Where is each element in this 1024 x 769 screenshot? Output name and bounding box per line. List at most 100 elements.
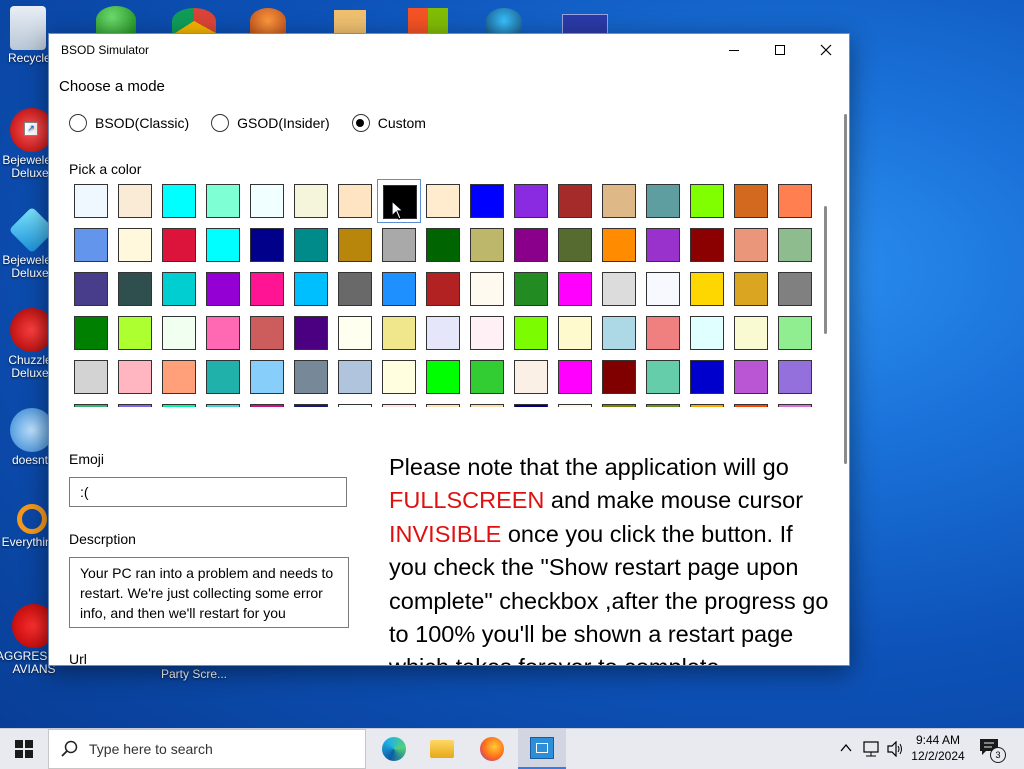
color-swatch[interactable] <box>245 179 289 223</box>
color-swatch[interactable] <box>113 355 157 399</box>
color-swatch[interactable] <box>685 267 729 311</box>
color-swatch[interactable] <box>201 223 245 267</box>
color-swatch[interactable] <box>729 223 773 267</box>
color-swatch[interactable] <box>421 267 465 311</box>
color-swatch[interactable] <box>641 179 685 223</box>
color-swatch[interactable] <box>465 223 509 267</box>
color-swatch[interactable] <box>333 311 377 355</box>
radio-circle[interactable] <box>211 114 230 132</box>
title-bar[interactable]: BSOD Simulator <box>49 34 849 66</box>
emoji-input[interactable]: :( <box>69 477 347 507</box>
color-swatch[interactable] <box>69 399 113 407</box>
color-swatch[interactable] <box>157 179 201 223</box>
color-swatch[interactable] <box>113 311 157 355</box>
color-swatch[interactable] <box>729 355 773 399</box>
color-swatch[interactable] <box>773 223 813 267</box>
color-swatch[interactable] <box>245 223 289 267</box>
network-icon[interactable] <box>862 741 880 757</box>
color-swatch[interactable] <box>421 355 465 399</box>
color-swatch[interactable] <box>157 223 201 267</box>
color-swatch[interactable] <box>333 179 377 223</box>
palette-scrollbar[interactable] <box>824 206 827 334</box>
color-swatch[interactable] <box>641 311 685 355</box>
color-swatch[interactable] <box>69 179 113 223</box>
color-swatch[interactable] <box>773 179 813 223</box>
notification-center-button[interactable]: 3 <box>978 737 1006 763</box>
radio-circle[interactable] <box>69 114 87 132</box>
desktop-icon-party-screen[interactable]: Party Scre... <box>156 668 232 681</box>
desktop-icon-app-orange[interactable] <box>250 8 286 34</box>
description-input[interactable]: Your PC ran into a problem and needs to … <box>69 557 349 628</box>
color-swatch[interactable] <box>509 399 553 407</box>
color-swatch[interactable] <box>685 355 729 399</box>
desktop-icon-folder-app[interactable] <box>334 10 366 34</box>
radio-gsod-insider[interactable]: GSOD(Insider) <box>211 114 330 132</box>
color-swatch[interactable] <box>465 311 509 355</box>
color-swatch[interactable] <box>245 311 289 355</box>
color-swatch[interactable] <box>201 355 245 399</box>
desktop-icon-windows-app[interactable] <box>408 8 448 34</box>
color-swatch[interactable] <box>113 399 157 407</box>
color-swatch[interactable] <box>245 355 289 399</box>
desktop-icon-chrome[interactable] <box>172 8 216 34</box>
start-button[interactable] <box>0 729 48 769</box>
close-button[interactable] <box>803 34 849 66</box>
chevron-up-icon[interactable] <box>840 743 852 753</box>
taskbar-bsod-simulator[interactable] <box>518 729 566 769</box>
color-swatch[interactable] <box>113 179 157 223</box>
color-swatch[interactable] <box>289 399 333 407</box>
color-swatch[interactable] <box>553 355 597 399</box>
color-swatch[interactable] <box>597 399 641 407</box>
volume-icon[interactable] <box>886 741 904 757</box>
desktop-icon-people[interactable] <box>96 6 136 34</box>
color-swatch[interactable] <box>729 179 773 223</box>
color-swatch[interactable] <box>597 355 641 399</box>
taskbar-firefox[interactable] <box>468 729 516 769</box>
color-swatch[interactable] <box>377 311 421 355</box>
color-swatch[interactable] <box>69 223 113 267</box>
desktop-icon-character[interactable] <box>486 8 522 34</box>
taskbar-edge[interactable] <box>370 729 418 769</box>
color-swatch[interactable] <box>685 179 729 223</box>
color-swatch[interactable] <box>421 179 465 223</box>
color-swatch[interactable] <box>641 223 685 267</box>
radio-custom[interactable]: Custom <box>351 114 426 132</box>
color-swatch[interactable] <box>69 267 113 311</box>
color-swatch[interactable] <box>289 267 333 311</box>
color-swatch[interactable] <box>509 311 553 355</box>
color-swatch[interactable] <box>729 267 773 311</box>
color-swatch[interactable] <box>509 267 553 311</box>
color-swatch[interactable] <box>641 267 685 311</box>
taskbar-clock[interactable]: 9:44 AM 12/2/2024 <box>905 732 971 764</box>
color-swatch[interactable] <box>773 311 813 355</box>
color-swatch[interactable] <box>245 267 289 311</box>
color-swatch[interactable] <box>201 311 245 355</box>
color-swatch[interactable] <box>773 399 813 407</box>
color-swatch[interactable] <box>597 311 641 355</box>
maximize-button[interactable] <box>757 34 803 66</box>
color-swatch[interactable] <box>113 223 157 267</box>
color-swatch[interactable] <box>377 399 421 407</box>
color-swatch[interactable] <box>421 399 465 407</box>
taskbar-file-explorer[interactable] <box>418 729 466 769</box>
color-swatch[interactable] <box>157 355 201 399</box>
color-swatch[interactable] <box>289 223 333 267</box>
color-swatch[interactable] <box>69 355 113 399</box>
color-swatch[interactable] <box>641 355 685 399</box>
color-swatch[interactable] <box>333 267 377 311</box>
color-swatch[interactable] <box>685 311 729 355</box>
color-swatch[interactable] <box>553 223 597 267</box>
color-swatch[interactable] <box>553 179 597 223</box>
minimize-button[interactable] <box>711 34 757 66</box>
color-swatch[interactable] <box>333 399 377 407</box>
radio-circle[interactable] <box>351 114 370 132</box>
color-swatch[interactable] <box>509 179 553 223</box>
color-swatch[interactable] <box>289 311 333 355</box>
color-swatch[interactable] <box>377 267 421 311</box>
color-swatch[interactable] <box>553 399 597 407</box>
color-swatch[interactable] <box>773 355 813 399</box>
color-swatch[interactable] <box>201 399 245 407</box>
color-swatch[interactable] <box>333 355 377 399</box>
color-swatch[interactable] <box>157 399 201 407</box>
color-swatch[interactable] <box>685 223 729 267</box>
